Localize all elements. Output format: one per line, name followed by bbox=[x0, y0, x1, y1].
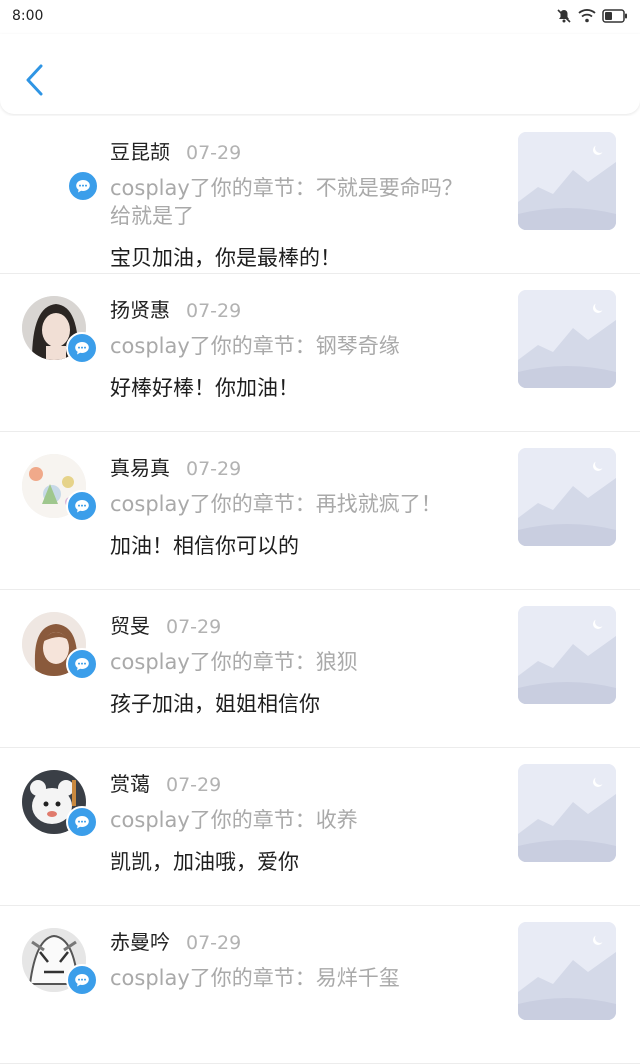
list-item[interactable]: 贸旻 07-29 cosplay了你的章节：狼狈 孩子加油，姐姐相信你 bbox=[0, 590, 640, 748]
avatar-wrap bbox=[22, 454, 98, 522]
comment-badge-icon bbox=[66, 806, 98, 838]
action-text: cosplay了你的章节：再找就疯了！ bbox=[110, 492, 442, 516]
avatar-wrap bbox=[22, 138, 99, 204]
wifi-icon bbox=[578, 8, 596, 24]
comment-badge-icon bbox=[67, 170, 99, 202]
list-item[interactable]: 赏蔼 07-29 cosplay了你的章节：收养 凯凯，加油哦，爱你 bbox=[0, 748, 640, 906]
comment-badge-icon bbox=[66, 332, 98, 364]
comment-text: 加油！相信你可以的 bbox=[110, 534, 299, 558]
chevron-left-icon bbox=[26, 64, 43, 96]
comment-badge-icon bbox=[66, 490, 98, 522]
avatar-wrap bbox=[22, 928, 98, 996]
user-name[interactable]: 真易真 bbox=[110, 452, 170, 481]
date: 07-29 bbox=[186, 300, 242, 322]
header bbox=[0, 34, 640, 114]
comment-text: 孩子加油，姐姐相信你 bbox=[110, 692, 320, 716]
list-item[interactable]: 豆昆颉 07-29 cosplay了你的章节：不就是要命吗？给就是了 宝贝加油，… bbox=[0, 116, 640, 274]
name-line: 贸旻 07-29 bbox=[110, 610, 221, 639]
action-text: cosplay了你的章节：狼狈 bbox=[110, 650, 358, 674]
action-text: cosplay了你的章节：易烊千玺 bbox=[110, 966, 400, 990]
user-name[interactable]: 赏蔼 bbox=[110, 768, 150, 797]
avatar-wrap bbox=[22, 296, 98, 364]
status-time: 8:00 bbox=[12, 8, 44, 24]
chapter-thumbnail[interactable] bbox=[518, 606, 616, 704]
chapter-thumbnail[interactable] bbox=[518, 922, 616, 1020]
name-line: 真易真 07-29 bbox=[110, 452, 241, 481]
battery-icon bbox=[602, 9, 628, 23]
action-text: cosplay了你的章节：收养 bbox=[110, 808, 358, 832]
status-bar: 8:00 bbox=[0, 0, 640, 34]
chapter-thumbnail[interactable] bbox=[518, 764, 616, 862]
user-name[interactable]: 扬贤惠 bbox=[110, 294, 170, 323]
date: 07-29 bbox=[186, 932, 242, 954]
user-name[interactable]: 贸旻 bbox=[110, 610, 150, 639]
name-line: 赏蔼 07-29 bbox=[110, 768, 221, 797]
comment-badge-icon bbox=[66, 648, 98, 680]
action-text: cosplay了你的章节：不就是要命吗？给就是了 bbox=[110, 176, 463, 228]
avatar-wrap bbox=[22, 612, 98, 680]
status-icons bbox=[556, 8, 628, 24]
name-line: 赤曼吟 07-29 bbox=[110, 926, 241, 955]
comment-text: 宝贝加油，你是最棒的！ bbox=[110, 246, 341, 270]
date: 07-29 bbox=[186, 458, 242, 480]
date: 07-29 bbox=[166, 774, 222, 796]
list-item[interactable]: 赤曼吟 07-29 cosplay了你的章节：易烊千玺 bbox=[0, 906, 640, 1064]
back-button[interactable] bbox=[20, 60, 50, 100]
name-line: 豆昆颉 07-29 bbox=[110, 136, 241, 165]
date: 07-29 bbox=[186, 142, 242, 164]
notification-list: 豆昆颉 07-29 cosplay了你的章节：不就是要命吗？给就是了 宝贝加油，… bbox=[0, 116, 640, 1064]
comment-text: 凯凯，加油哦，爱你 bbox=[110, 850, 299, 874]
comment-badge-icon bbox=[66, 964, 98, 996]
name-line: 扬贤惠 07-29 bbox=[110, 294, 241, 323]
chapter-thumbnail[interactable] bbox=[518, 290, 616, 388]
chapter-thumbnail[interactable] bbox=[518, 448, 616, 546]
list-item[interactable]: 真易真 07-29 cosplay了你的章节：再找就疯了！ 加油！相信你可以的 bbox=[0, 432, 640, 590]
chapter-thumbnail[interactable] bbox=[518, 132, 616, 230]
date: 07-29 bbox=[166, 616, 222, 638]
action-text: cosplay了你的章节：钢琴奇缘 bbox=[110, 334, 400, 358]
user-name[interactable]: 豆昆颉 bbox=[110, 136, 170, 165]
comment-text: 好棒好棒！你加油！ bbox=[110, 376, 299, 400]
user-name[interactable]: 赤曼吟 bbox=[110, 926, 170, 955]
list-item[interactable]: 扬贤惠 07-29 cosplay了你的章节：钢琴奇缘 好棒好棒！你加油！ bbox=[0, 274, 640, 432]
mute-icon bbox=[556, 8, 572, 24]
avatar-wrap bbox=[22, 770, 98, 838]
